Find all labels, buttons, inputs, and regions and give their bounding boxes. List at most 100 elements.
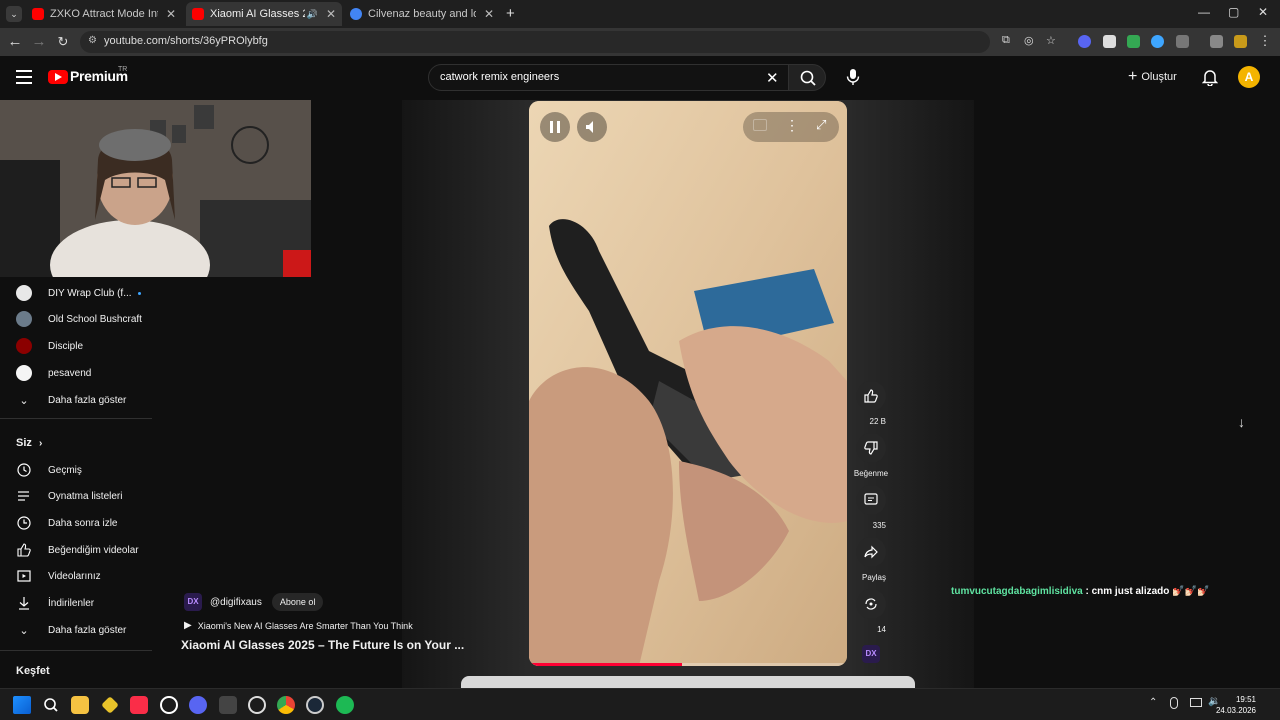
subscribe-button[interactable]: Abone ol: [271, 593, 324, 611]
spotify-icon[interactable]: [336, 696, 354, 714]
install-app-icon[interactable]: ⧉: [1002, 34, 1010, 47]
sidebar-sub-pesavend[interactable]: pesavend: [0, 360, 156, 386]
tab-search-button[interactable]: ⌄: [6, 6, 22, 22]
taskbar-clock[interactable]: 19:51 24.03.2026: [1216, 694, 1256, 716]
tray-chevron-icon[interactable]: ⌃: [1149, 697, 1157, 708]
site-info-icon[interactable]: ⚙: [88, 35, 97, 46]
next-short-preview[interactable]: [461, 676, 915, 688]
windows-taskbar: ⌃ 🔉 19:51 24.03.2026: [0, 688, 1280, 720]
search-input[interactable]: catwork remix engineers: [428, 64, 789, 91]
close-tab-icon[interactable]: ✕: [484, 7, 494, 21]
close-tab-icon[interactable]: ✕: [166, 7, 176, 21]
microphone-icon: [846, 69, 860, 85]
sidebar-item-liked-videos[interactable]: Beğendiğim videolar: [0, 537, 156, 563]
comments-action[interactable]: 335: [856, 485, 886, 533]
sidebar-sub-disciple[interactable]: Disciple: [0, 333, 156, 359]
chrome-icon[interactable]: [277, 696, 295, 714]
channel-avatar[interactable]: DX: [184, 593, 202, 611]
play-icon: ▶: [184, 620, 192, 631]
thumbs-down-icon: [864, 441, 878, 455]
app-diamond-icon[interactable]: [101, 696, 119, 714]
channel-row: DX @digifixaus Abone ol: [184, 593, 324, 611]
remix-action[interactable]: 14: [856, 589, 886, 637]
menu-more-icon[interactable]: ⋮: [1256, 33, 1274, 49]
reload-button[interactable]: ↻: [54, 34, 72, 50]
speaker-icon[interactable]: 🔊: [307, 9, 318, 20]
voice-search-button[interactable]: [840, 64, 866, 90]
next-short-arrow-icon[interactable]: ↓: [1238, 414, 1245, 430]
sidebar-sub-old-school-bushcraft[interactable]: Old School Bushcraft: [0, 306, 156, 332]
profile-icon[interactable]: [1234, 35, 1247, 48]
tab-title: Cilvenaz beauty and lounge - G: [368, 8, 476, 20]
sidebar-sub-diy-wrap-club[interactable]: DIY Wrap Club (f...: [0, 280, 156, 306]
like-action[interactable]: 22 B: [856, 381, 886, 429]
notifications-button[interactable]: [1201, 68, 1219, 91]
tray-mic-icon[interactable]: [1170, 697, 1178, 709]
tab-cilvenaz[interactable]: Cilvenaz beauty and lounge - G ✕: [344, 2, 500, 26]
tab-xiaomi[interactable]: Xiaomi AI Glasses 2025 – Th 🔊 ✕: [186, 2, 342, 26]
steam-icon[interactable]: [306, 696, 324, 714]
account-avatar[interactable]: A: [1238, 66, 1260, 88]
close-tab-icon[interactable]: ✕: [326, 7, 336, 21]
related-video-link[interactable]: ▶ Xiaomi's New AI Glasses Are Smarter Th…: [184, 620, 413, 631]
clear-search-icon[interactable]: ✕: [766, 69, 779, 87]
comments-button[interactable]: [856, 485, 886, 515]
media-control-icon[interactable]: [1210, 35, 1223, 48]
forward-button[interactable]: →: [30, 33, 48, 50]
sidebar-show-more-subscriptions[interactable]: ⌄ Daha fazla göster: [0, 387, 156, 413]
bookmark-star-icon[interactable]: ☆: [1046, 34, 1056, 47]
captions-icon[interactable]: [753, 119, 767, 131]
short-title[interactable]: Xiaomi AI Glasses 2025 – The Future Is o…: [181, 638, 464, 652]
minimize-button[interactable]: —: [1198, 5, 1210, 19]
windows-start-icon[interactable]: [13, 696, 31, 714]
tab-zxko[interactable]: ZXKO Attract Mode Intro Movie ✕: [26, 2, 182, 26]
sidebar-item-history[interactable]: Geçmiş: [0, 457, 156, 483]
channel-handle[interactable]: @digifixaus: [210, 597, 262, 608]
sidebar-section-you[interactable]: Siz ›: [16, 437, 42, 449]
search-button[interactable]: [788, 64, 826, 91]
tray-display-icon[interactable]: [1190, 698, 1202, 707]
remix-button[interactable]: [856, 589, 886, 619]
address-bar[interactable]: ⚙ youtube.com/shorts/36yPROlybfg ⧉ ◎ ☆: [80, 31, 1056, 53]
chatgpt-icon[interactable]: [160, 696, 178, 714]
sidebar-item-playlists[interactable]: Oynatma listeleri: [0, 483, 156, 509]
obs-icon[interactable]: [248, 696, 266, 714]
extensions-puzzle-icon[interactable]: [1176, 35, 1189, 48]
extension-box-icon[interactable]: [1103, 35, 1116, 48]
search-icon[interactable]: [42, 696, 60, 714]
channel-avatar: [16, 365, 32, 381]
pause-button[interactable]: [540, 112, 570, 142]
create-button[interactable]: + Oluştur: [1128, 68, 1177, 86]
sidebar-item-watch-later[interactable]: Daha sonra izle: [0, 510, 156, 536]
close-window-button[interactable]: ✕: [1258, 5, 1268, 19]
sidebar-item-downloads[interactable]: İndirilenler: [0, 590, 156, 616]
volume-button[interactable]: [577, 112, 607, 142]
maximize-button[interactable]: ▢: [1228, 5, 1239, 19]
short-video-player[interactable]: ⋮ ⤢: [529, 101, 847, 666]
sound-channel-avatar[interactable]: DX: [862, 645, 880, 663]
new-tab-button[interactable]: +: [506, 5, 515, 22]
back-button[interactable]: ←: [6, 33, 24, 50]
sidebar-show-more-you[interactable]: ⌄ Daha fazla göster: [0, 617, 156, 643]
browser-toolbar: ← → ↻ ⚙ youtube.com/shorts/36yPROlybfg ⧉…: [0, 28, 1280, 56]
discord-icon[interactable]: [189, 696, 207, 714]
youtube-logo-icon[interactable]: [48, 70, 68, 84]
extension-green-icon[interactable]: [1127, 35, 1140, 48]
fullscreen-icon[interactable]: ⤢: [816, 117, 826, 133]
extension-discord-icon[interactable]: [1078, 35, 1091, 48]
like-button[interactable]: [856, 381, 886, 411]
streaming-app-icon[interactable]: [219, 696, 237, 714]
comment-icon: [864, 493, 878, 505]
dislike-button[interactable]: [856, 433, 886, 463]
more-options-icon[interactable]: ⋮: [785, 117, 799, 134]
share-action[interactable]: Paylaş: [856, 537, 886, 585]
eye-off-icon[interactable]: ◎: [1024, 34, 1034, 47]
dislike-action[interactable]: Beğenme: [854, 433, 888, 481]
file-explorer-icon[interactable]: [71, 696, 89, 714]
share-button[interactable]: [856, 537, 886, 567]
sidebar-item-your-videos[interactable]: Videolarınız: [0, 563, 156, 589]
music-app-icon[interactable]: [130, 696, 148, 714]
guide-menu-icon[interactable]: [16, 68, 32, 88]
sidebar-item-label: Daha sonra izle: [48, 517, 118, 529]
extension-blue-icon[interactable]: [1151, 35, 1164, 48]
